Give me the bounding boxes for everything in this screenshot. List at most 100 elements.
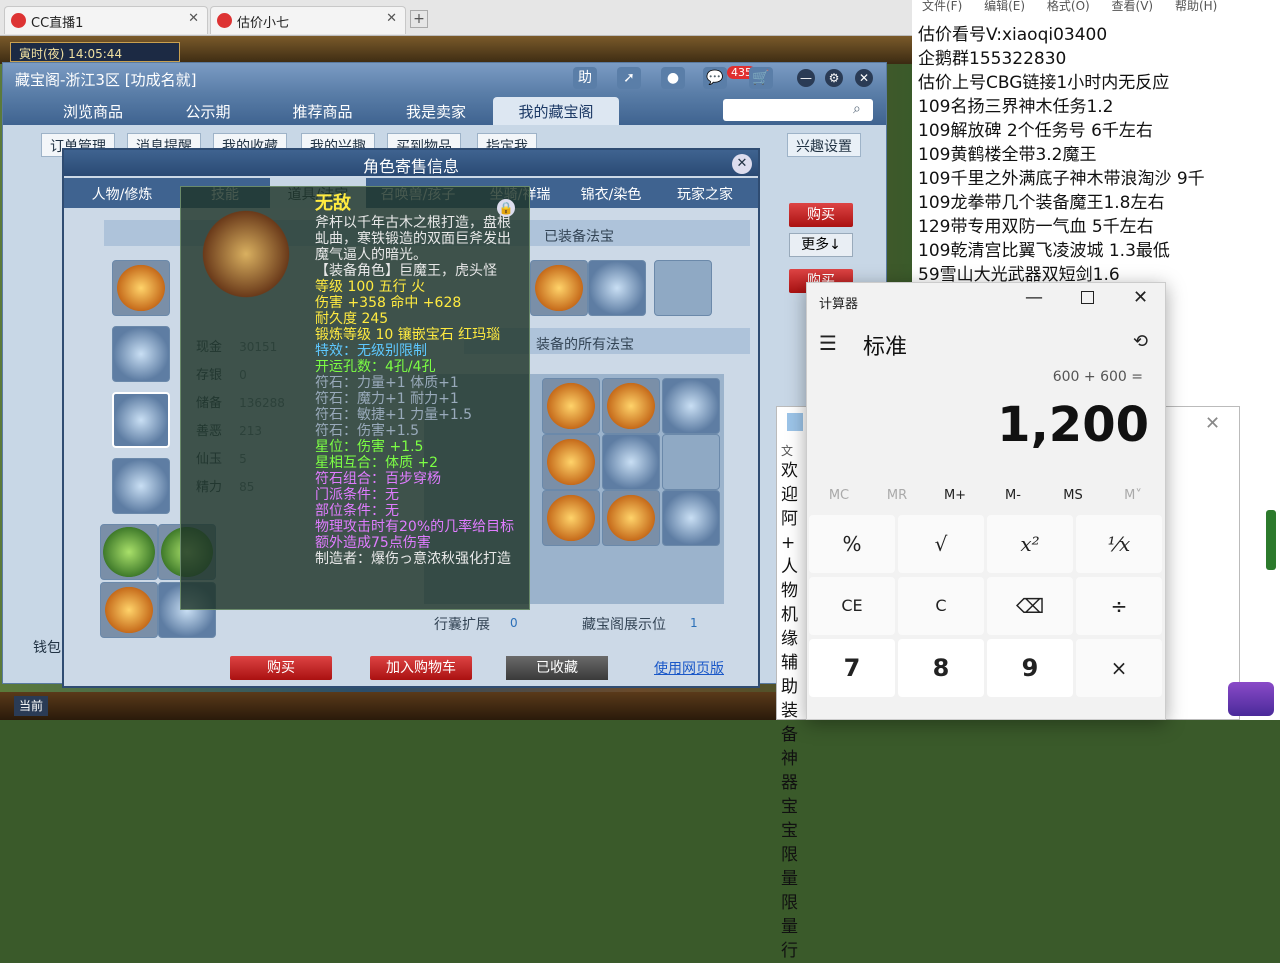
search-input[interactable] (723, 99, 873, 121)
close-icon[interactable]: ✕ (732, 154, 752, 174)
multiply-button[interactable]: × (1076, 639, 1162, 697)
menu-help[interactable]: 帮助(H) (1175, 0, 1217, 13)
add-cart-button[interactable]: 加入购物车 (370, 656, 472, 680)
equip-shoes-slot[interactable] (112, 458, 170, 514)
interest-settings-button[interactable]: 兴趣设置 (787, 133, 861, 157)
more-button[interactable]: 更多↓ (789, 233, 853, 257)
inventory-slot[interactable] (662, 378, 720, 434)
item-attribute-line: 物理攻击时有20%的几率给目标额外造成75点伤害 (315, 519, 515, 551)
new-tab-button[interactable]: + (410, 10, 428, 28)
mr-button[interactable]: MR (867, 488, 927, 503)
inventory-slot[interactable] (542, 490, 600, 546)
collected-button[interactable]: 已收藏 (506, 656, 608, 680)
cc-logo-icon (11, 13, 26, 28)
tab-character[interactable]: 人物/修炼 (64, 178, 180, 208)
browser-tab-label: 估价小七 (237, 16, 290, 31)
message-icon[interactable]: 💬 (703, 67, 727, 89)
clear-entry-button[interactable]: CE (809, 577, 895, 635)
note-line: 109乾清宫比翼飞凌波城 1.3最低 (918, 241, 1170, 261)
maximize-icon[interactable] (1081, 291, 1094, 304)
clear-button[interactable]: C (898, 577, 984, 635)
equip-weapon-slot[interactable] (112, 392, 170, 448)
note-line: 装备 (781, 701, 798, 745)
close-icon[interactable]: ✕ (188, 11, 199, 26)
memory-list-button[interactable]: M˅ (1103, 488, 1163, 503)
digit-7-button[interactable]: 7 (809, 639, 895, 697)
web-version-link[interactable]: 使用网页版 (654, 658, 724, 678)
nav-seller[interactable]: 我是卖家 (381, 97, 491, 125)
nav-public[interactable]: 公示期 (153, 97, 263, 125)
cc-logo-icon (217, 13, 232, 28)
close-icon[interactable]: ✕ (1205, 413, 1220, 434)
inventory-slot[interactable] (662, 490, 720, 546)
inventory-slot[interactable] (100, 524, 158, 580)
m-plus-button[interactable]: M+ (925, 488, 985, 503)
buy-button[interactable]: 购买 (789, 203, 853, 227)
note-line: 109黄鹤楼全带3.2魔王 (918, 145, 1097, 165)
close-icon[interactable]: ✕ (1133, 287, 1148, 308)
settings-icon[interactable]: ⚙ (825, 69, 843, 87)
inventory-slot[interactable] (662, 434, 720, 490)
lock-icon: 🔒 (497, 199, 515, 217)
ms-button[interactable]: MS (1043, 488, 1103, 503)
fabao-slot[interactable] (530, 260, 588, 316)
minimize-icon[interactable]: — (1025, 287, 1043, 308)
close-icon[interactable]: ✕ (386, 11, 397, 26)
m-minus-button[interactable]: M- (983, 488, 1043, 503)
inventory-slot[interactable] (602, 434, 660, 490)
menu-file[interactable]: 文件(F) (922, 0, 962, 13)
share-icon[interactable]: ➚ (617, 67, 641, 89)
menu-format[interactable]: 格式(O) (1047, 0, 1090, 13)
mc-button[interactable]: MC (809, 488, 869, 503)
nav-browse[interactable]: 浏览商品 (33, 97, 153, 125)
menu-icon[interactable]: ☰ (819, 331, 837, 355)
fabao-slot[interactable] (588, 260, 646, 316)
browser-tab-cc[interactable]: CC直播1 ✕ (4, 6, 208, 34)
current-channel-button[interactable]: 当前 (14, 696, 48, 716)
inventory-slot[interactable] (100, 582, 158, 638)
game-bottom-bar (0, 692, 776, 720)
reciprocal-button[interactable]: ¹⁄x (1076, 515, 1162, 573)
calc-mode: 标准 (863, 335, 908, 360)
nav-my-cbg[interactable]: 我的藏宝阁 (493, 97, 619, 125)
item-attribute-line: 制造者：爆伤っ意浓秋强化打造 (315, 551, 511, 567)
cart-icon[interactable]: 🛒 (749, 67, 773, 89)
tab-outfits[interactable]: 锦衣/染色 (570, 178, 652, 208)
fabao-slot[interactable] (654, 260, 712, 316)
record-icon[interactable]: ● (661, 67, 685, 89)
inventory-slot[interactable] (602, 490, 660, 546)
backspace-button[interactable]: ⌫ (987, 577, 1073, 635)
help-icon[interactable]: 助 (573, 67, 597, 89)
sqrt-button[interactable]: √ (898, 515, 984, 573)
inventory-slot[interactable] (542, 434, 600, 490)
all-fabao-header: 装备的所有法宝 (536, 337, 634, 353)
digit-9-button[interactable]: 9 (987, 639, 1073, 697)
browser-tab-bar: CC直播1 ✕ 估价小七 ✕ + (0, 0, 912, 36)
calc-expression: 600 + 600 = (1052, 369, 1143, 385)
equip-helmet-slot[interactable] (112, 326, 170, 382)
game-clock: 寅时(夜) 14:05:44 (10, 42, 180, 62)
search-icon[interactable]: ⌕ (853, 101, 861, 117)
square-button[interactable]: x² (987, 515, 1073, 573)
digit-8-button[interactable]: 8 (898, 639, 984, 697)
note-line: 机缘 (781, 605, 798, 649)
nav-recommend[interactable]: 推荐商品 (265, 97, 380, 125)
close-icon[interactable]: ✕ (855, 69, 873, 87)
browser-tab-guja[interactable]: 估价小七 ✕ (210, 6, 406, 34)
calc-window-title: 计算器 (819, 297, 859, 312)
inventory-slot[interactable] (542, 378, 600, 434)
item-attribute-line: 符石：力量+1 体质+1 (315, 375, 459, 391)
buy-button[interactable]: 购买 (230, 656, 332, 680)
percent-button[interactable]: % (809, 515, 895, 573)
scrollbar[interactable] (1266, 510, 1276, 570)
history-icon[interactable]: ⟲ (1133, 331, 1148, 352)
menu-edit[interactable]: 编辑(E) (984, 0, 1025, 13)
minimize-icon[interactable]: — (797, 69, 815, 87)
menu-view[interactable]: 查看(V) (1112, 0, 1154, 13)
item-attribute-line: 星相互合：体质 +2 (315, 455, 439, 471)
divide-button[interactable]: ÷ (1076, 577, 1162, 635)
equip-ring-slot[interactable] (112, 260, 170, 316)
tab-home[interactable]: 玩家之家 (652, 178, 758, 208)
note-line: 估价看号V:xiaoqi03400 (918, 25, 1108, 45)
inventory-slot[interactable] (602, 378, 660, 434)
